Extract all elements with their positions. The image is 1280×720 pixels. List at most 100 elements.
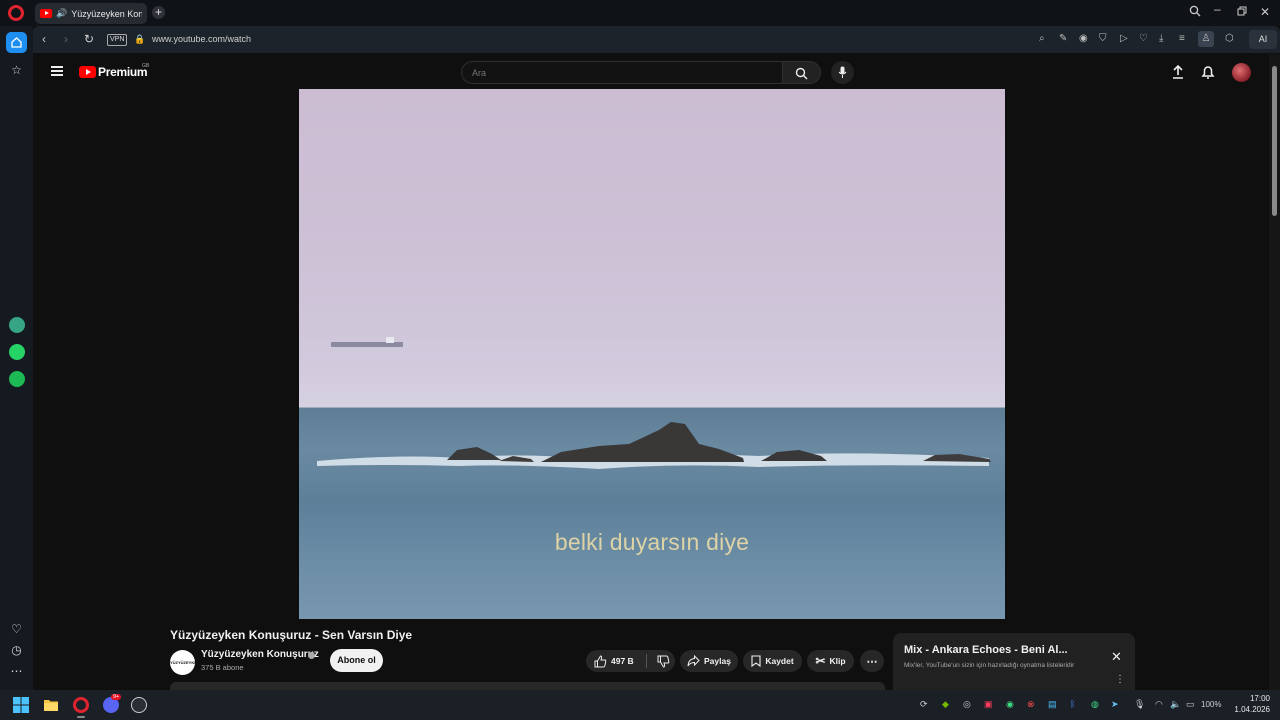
volume-icon[interactable]: 🔈 [1170, 699, 1181, 710]
tray-red-circle-icon[interactable]: ⊗ [1027, 699, 1035, 710]
video-player[interactable]: belki duyarsın diye [299, 89, 1005, 619]
clip-button[interactable]: ✂ Klip [807, 650, 854, 672]
share-icon [687, 655, 700, 667]
kebab-menu-icon[interactable]: ⋮ [1115, 674, 1125, 685]
mix-title: Mix - Ankara Echoes - Beni Al... [904, 644, 1068, 656]
browser-tab-strip: 🔊 Yüzyüzeyken Konuşuruz + – ✕ [0, 0, 1280, 26]
ai-label: AI [1258, 34, 1268, 44]
whatsapp-icon[interactable] [9, 344, 25, 360]
description-box[interactable] [170, 682, 885, 690]
thumbs-up-icon [594, 654, 607, 667]
edit-icon[interactable]: ✎ [1059, 33, 1067, 44]
steam-icon[interactable]: ➤ [1111, 699, 1119, 710]
download-icon[interactable]: ⤓ [1159, 33, 1163, 44]
close-icon[interactable]: ✕ [1111, 649, 1122, 665]
vpn-badge[interactable]: VPN [107, 34, 128, 46]
search-button[interactable] [783, 61, 821, 84]
tray-app-icon[interactable]: ◎ [963, 699, 971, 710]
clock-time[interactable]: 17:00 [1238, 694, 1270, 703]
tab-youtube[interactable]: 🔊 Yüzyüzeyken Konuşuruz [35, 3, 147, 24]
clock-app-icon[interactable] [131, 697, 147, 713]
more-icon[interactable]: ⋯ [6, 660, 27, 681]
reload-icon[interactable]: ↻ [84, 32, 94, 46]
microphone-tray-icon[interactable]: 🎙 [1134, 699, 1145, 710]
youtube-favicon-icon [40, 9, 52, 18]
opera-running-indicator [77, 716, 85, 718]
tray-red-app-icon[interactable]: ▣ [984, 699, 993, 710]
menu-icon[interactable] [51, 66, 63, 76]
like-count: 497 B [611, 656, 634, 666]
page-scrollbar[interactable] [1269, 54, 1280, 690]
like-button[interactable]: 497 B [594, 654, 634, 668]
notifications-bell-icon[interactable] [1199, 63, 1217, 81]
share-button[interactable]: Paylaş [680, 650, 738, 672]
spotify-icon[interactable] [9, 371, 25, 387]
youtube-logo-icon[interactable] [79, 66, 96, 78]
wifi-icon[interactable]: ◠ [1155, 699, 1163, 710]
mix-subtitle: Mix'ler, YouTube'un sizin için hazırladı… [904, 662, 1075, 669]
menu-lines-icon[interactable]: ≡ [1179, 33, 1185, 44]
profile-icon[interactable]: ♙ [1198, 31, 1214, 47]
tray-green-app-icon[interactable]: ◉ [1006, 699, 1014, 710]
opera-sidebar: ☆ ♡ ◷ ⋯ [0, 26, 33, 690]
search-page-icon[interactable]: ⌕ [1039, 33, 1045, 44]
premium-brand[interactable]: Premium [98, 65, 148, 79]
bookmark-icon [751, 655, 761, 667]
ship-on-horizon [331, 337, 403, 347]
upload-icon[interactable] [1169, 63, 1187, 81]
youtube-page: Premium GB belki duyars [35, 54, 1269, 690]
search-input[interactable] [461, 61, 783, 84]
save-button[interactable]: Kaydet [743, 650, 802, 672]
ai-button[interactable]: AI [1249, 30, 1277, 49]
speaker-icon[interactable]: 🔊 [56, 8, 67, 19]
channel-name[interactable]: Yüzyüzeyken Konuşuruz [201, 649, 319, 660]
nvidia-icon[interactable]: ◆ [942, 699, 949, 710]
thumbs-down-icon[interactable] [657, 655, 670, 668]
url-field[interactable]: www.youtube.com/watch [152, 34, 251, 44]
more-actions-button[interactable]: ⋯ [860, 650, 884, 672]
clock-date[interactable]: 1.04.2026 [1226, 705, 1270, 714]
camera-icon[interactable]: ◉ [1079, 33, 1088, 44]
opera-browser-icon[interactable] [73, 697, 89, 713]
channel-avatar[interactable]: YÜZYÜZEYKEN KONUŞURUZ [170, 650, 200, 690]
subscriber-count: 375 B abone [201, 663, 244, 672]
save-label: Kaydet [765, 656, 794, 666]
search-tabs-icon[interactable] [1189, 5, 1201, 20]
lock-icon[interactable]: 🔒 [134, 34, 145, 45]
windows-taskbar: 9+ ⟳ ◆ ◎ ▣ ◉ ⊗ ▤ ᛒ ◍ ➤ 🎙 ◠ 🔈 ▭ 100% 17:0… [0, 690, 1280, 720]
discord-badge: 9+ [111, 694, 122, 700]
like-dislike-group: 497 B [586, 650, 675, 672]
video-title: Yüzyüzeyken Konuşuruz - Sen Varsın Diye [170, 628, 413, 642]
subscribe-button[interactable]: Abone ol [330, 649, 383, 672]
chatgpt-icon[interactable] [9, 317, 25, 333]
like-divider [645, 654, 647, 668]
file-explorer-icon[interactable] [43, 697, 59, 713]
opera-menu-icon[interactable] [8, 5, 24, 21]
clip-label: Klip [829, 656, 846, 666]
history-icon[interactable]: ◷ [6, 639, 27, 660]
tray-blue-app-icon[interactable]: ▤ [1048, 699, 1057, 710]
minimize-icon[interactable]: – [1214, 2, 1221, 16]
back-icon[interactable]: ‹ [42, 32, 46, 46]
scrollbar-thumb[interactable] [1272, 66, 1277, 216]
battery-icon[interactable]: ▭ [1186, 699, 1195, 710]
restore-icon[interactable] [1237, 5, 1247, 19]
mix-playlist-card[interactable]: Mix - Ankara Echoes - Beni Al... Mix'ler… [893, 633, 1135, 690]
windows-start-icon[interactable] [13, 697, 29, 713]
account-avatar[interactable] [1232, 63, 1251, 82]
bluetooth-icon[interactable]: ᛒ [1070, 699, 1075, 709]
heart-icon[interactable]: ♡ [6, 618, 27, 639]
play-icon[interactable]: ▷ [1120, 33, 1128, 44]
extensions-icon[interactable]: ⬡ [1225, 33, 1234, 44]
home-icon[interactable] [6, 32, 27, 53]
heart-outline-icon[interactable]: ♡ [1139, 33, 1148, 44]
bookmarks-star-icon[interactable]: ☆ [6, 59, 27, 80]
new-tab-button[interactable]: + [152, 6, 165, 19]
tray-shield-icon[interactable]: ◍ [1091, 699, 1099, 710]
tray-sync-icon[interactable]: ⟳ [920, 699, 928, 710]
shield-icon[interactable]: ⛉ [1099, 33, 1107, 44]
close-window-icon[interactable]: ✕ [1260, 5, 1270, 19]
voice-search-button[interactable] [831, 61, 854, 84]
forward-icon[interactable]: › [64, 32, 68, 46]
youtube-header: Premium GB [35, 54, 1269, 90]
